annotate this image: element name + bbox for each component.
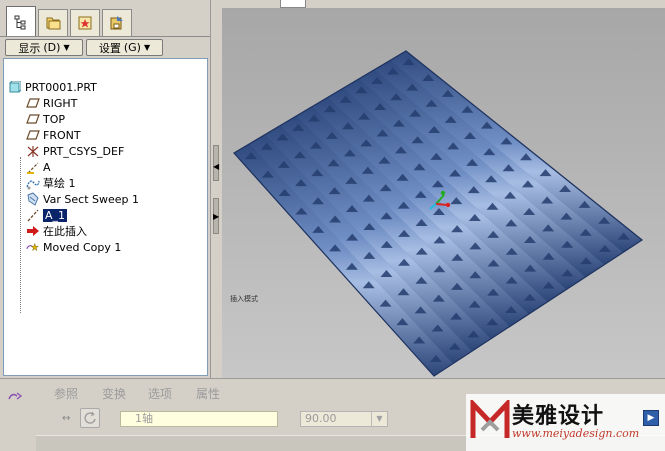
- angle-input[interactable]: 90.00 ▼: [300, 411, 388, 427]
- show-menu-label: 显示: [18, 41, 41, 55]
- tree-item-label: Var Sect Sweep 1: [43, 192, 140, 206]
- favorites-icon: [78, 16, 92, 30]
- collapse-left-icon[interactable]: ◀: [213, 162, 219, 171]
- model-tree-icon: [14, 15, 26, 30]
- tree-item-label: PRT_CSYS_DEF: [43, 144, 125, 158]
- graphics-viewport[interactable]: 插入模式: [222, 8, 665, 378]
- csys-icon: [26, 145, 40, 158]
- settings-menu-label: 设置: [98, 41, 121, 55]
- watermark-url: www.meiyadesign.com: [512, 427, 640, 440]
- meiya-logo-icon: [470, 400, 510, 438]
- tab-model-tree[interactable]: [6, 6, 36, 37]
- viewport-mode-annotation: 插入模式: [230, 295, 258, 303]
- tree-item-axis-a1[interactable]: A_1: [26, 207, 68, 223]
- sweep-icon: [26, 192, 40, 206]
- rotate-button[interactable]: [80, 408, 100, 428]
- tab-references[interactable]: 参照: [54, 385, 78, 402]
- model-tree: PRT0001.PRT RIGHT TOP FRONT PRT_CSYS_DEF: [3, 58, 208, 376]
- tree-item-label: 在此插入: [43, 225, 87, 238]
- tree-item-label: RIGHT: [43, 96, 78, 110]
- settings-menu-key: (G): [123, 41, 141, 54]
- tree-item-insert-here[interactable]: 在此插入: [26, 223, 87, 239]
- tree-item-csys[interactable]: PRT_CSYS_DEF: [26, 143, 124, 159]
- surface-ribs: [234, 51, 642, 376]
- tree-item-sketch[interactable]: 草绘 1: [26, 175, 76, 191]
- rotate-icon: [84, 411, 96, 424]
- dashboard-feature-icon: [7, 390, 25, 407]
- tab-properties[interactable]: 属性: [196, 385, 220, 402]
- chevron-down-icon: ▼: [143, 43, 151, 52]
- tab-connections[interactable]: [102, 9, 132, 36]
- tab-transform[interactable]: 变换: [102, 385, 126, 402]
- settings-menu-button[interactable]: 设置 (G) ▼: [86, 39, 163, 56]
- expand-right-icon[interactable]: ▶: [213, 212, 219, 221]
- datum-plane-icon: [26, 129, 40, 142]
- navigator-panel: 显示 (D) ▼ 设置 (G) ▼ PRT0001.PRT RIGHT TOP: [0, 0, 212, 378]
- tree-item-axis-a[interactable]: A: [26, 159, 51, 175]
- tab-baseline: [0, 36, 210, 37]
- tree-item-label: FRONT: [43, 128, 81, 142]
- tree-item-label: A_1: [43, 208, 68, 222]
- insert-arrow-icon: [26, 225, 40, 238]
- tree-item-moved-copy[interactable]: Moved Copy 1: [26, 239, 121, 255]
- show-menu-button[interactable]: 显示 (D) ▼: [5, 39, 83, 56]
- watermark: 美雅设计 www.meiyadesign.com ▶: [466, 394, 665, 451]
- tree-item-label: TOP: [43, 112, 66, 126]
- datum-plane-icon: [26, 97, 40, 110]
- tree-item-label: A: [43, 160, 51, 174]
- sketch-icon: [26, 177, 40, 190]
- tree-item-label: 草绘 1: [43, 177, 76, 190]
- tree-guide-line: [20, 157, 21, 313]
- tree-item-top[interactable]: TOP: [26, 111, 65, 127]
- navigator-tabs: [4, 6, 210, 37]
- tab-favorites[interactable]: [70, 9, 100, 36]
- reference-axis-field[interactable]: 1轴: [120, 411, 278, 427]
- datum-axis-icon: [26, 161, 40, 174]
- angle-value: 90.00: [305, 412, 337, 425]
- tab-options[interactable]: 选项: [148, 385, 172, 402]
- part-icon: [8, 81, 22, 94]
- tree-item-label: Moved Copy 1: [43, 240, 122, 254]
- move-direction-icon: ↔: [62, 413, 71, 424]
- chevron-down-icon[interactable]: ▼: [371, 412, 387, 426]
- panel-splitter[interactable]: ◀ ▶: [210, 0, 222, 378]
- tab-folder-browser[interactable]: [38, 9, 68, 36]
- datum-plane-icon: [26, 113, 40, 126]
- tree-item-front[interactable]: FRONT: [26, 127, 81, 143]
- show-menu-key: (D): [43, 41, 61, 54]
- tree-item-right[interactable]: RIGHT: [26, 95, 77, 111]
- corrugated-surface-model[interactable]: [222, 8, 665, 378]
- chevron-down-icon: ▼: [63, 43, 70, 52]
- datum-axis-icon: [26, 209, 40, 222]
- top-field-2[interactable]: [280, 0, 306, 8]
- moved-copy-icon: [26, 241, 40, 254]
- connections-icon: [110, 16, 123, 30]
- watermark-brand: 美雅设计: [512, 403, 605, 429]
- folder-icon: [46, 17, 61, 30]
- tree-item-root[interactable]: PRT0001.PRT: [8, 79, 97, 95]
- tree-item-sweep[interactable]: Var Sect Sweep 1: [26, 191, 139, 207]
- tree-item-label: PRT0001.PRT: [25, 80, 97, 94]
- play-icon[interactable]: ▶: [643, 410, 659, 426]
